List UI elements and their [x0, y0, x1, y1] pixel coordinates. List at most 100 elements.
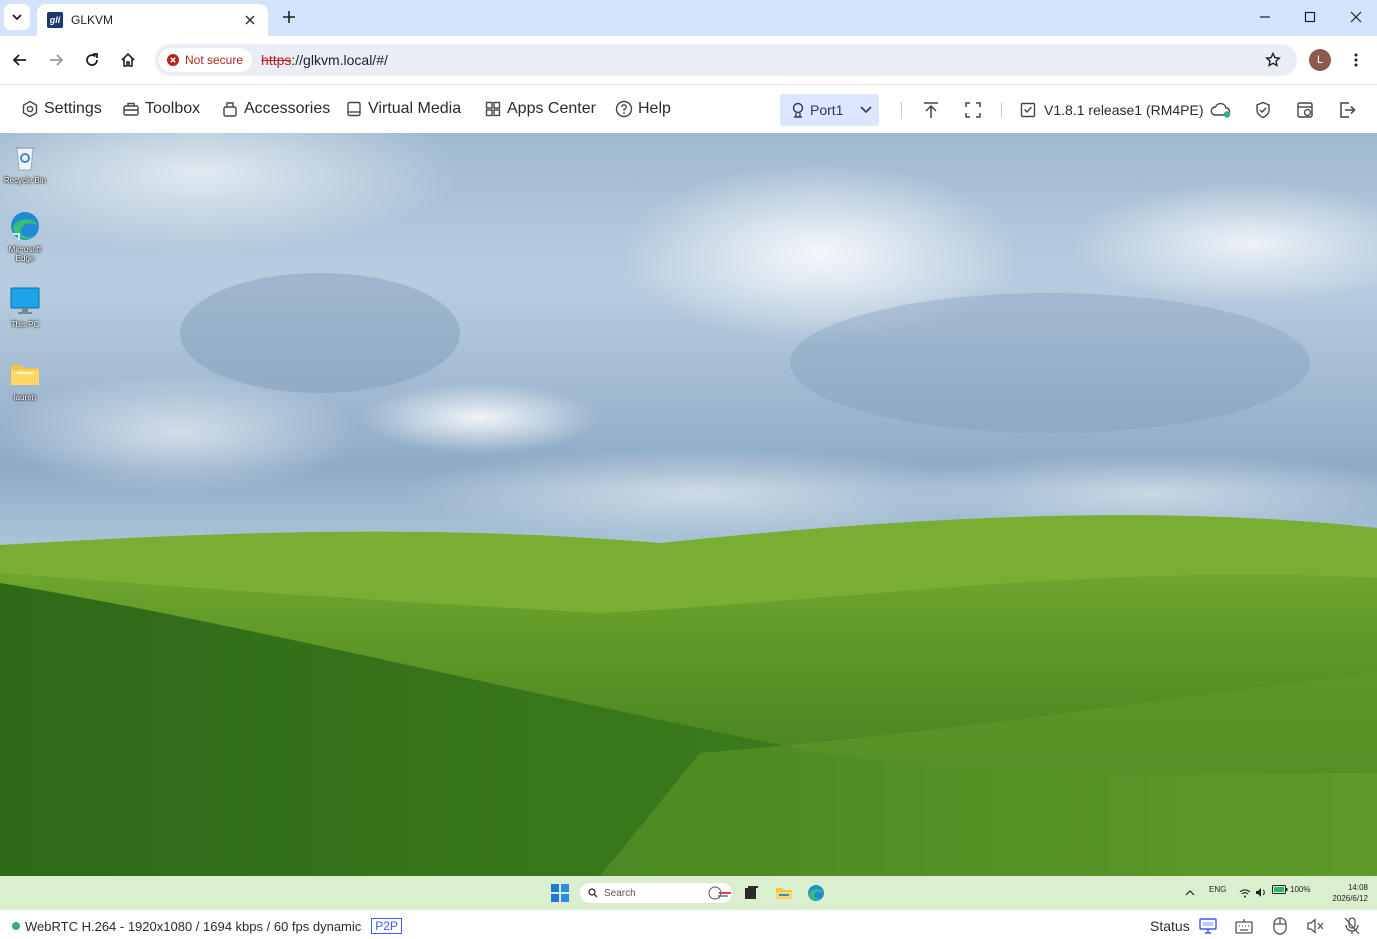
desktop-icon-label: This PC — [10, 320, 40, 329]
menu-apps-center[interactable]: Apps Center — [484, 97, 596, 121]
taskbar-date: 2026/6/12 — [1332, 894, 1368, 903]
session-history-button[interactable] — [1293, 98, 1317, 122]
video-status-button[interactable] — [1198, 916, 1218, 936]
desktop-icon-label: lauren — [13, 393, 37, 402]
more-vertical-icon — [1354, 53, 1358, 67]
tray-language[interactable]: ENG — [1209, 885, 1226, 894]
stream-info: WebRTC H.264 - 1920x1080 / 1694 kbps / 6… — [12, 918, 402, 934]
not-secure-label: Not secure — [185, 53, 244, 67]
stream-info-text: WebRTC H.264 - 1920x1080 / 1694 kbps / 6… — [25, 918, 362, 934]
url-scheme: https — [261, 52, 292, 68]
cloud-status-button[interactable] — [1209, 98, 1233, 122]
search-icon — [588, 888, 598, 898]
menu-help[interactable]: Help — [615, 97, 671, 121]
firmware-version-label: V1.8.1 release1 (RM4PE) — [1044, 102, 1204, 118]
logout-button[interactable] — [1335, 98, 1359, 122]
keyboard-icon — [1235, 919, 1253, 934]
audio-mute-button[interactable] — [1306, 916, 1326, 936]
search-highlight-icon — [708, 886, 731, 900]
task-view-icon[interactable] — [742, 884, 760, 902]
mouse-status-button[interactable] — [1270, 916, 1290, 936]
upload-button[interactable] — [919, 98, 943, 122]
connection-status-dot — [12, 922, 20, 930]
desktop-icon-recycle-bin[interactable]: Recycle Bin — [2, 141, 48, 185]
address-bar[interactable]: Not secure https://glkvm.local/#/ — [155, 44, 1297, 76]
folder-icon — [11, 365, 39, 385]
profile-avatar[interactable]: L — [1309, 49, 1331, 71]
desktop-icon-this-pc[interactable]: This PC — [2, 285, 48, 329]
port-icon — [792, 102, 804, 118]
bookmark-star-icon[interactable] — [1265, 52, 1281, 68]
site-security-chip[interactable]: Not secure — [159, 48, 253, 72]
remote-taskbar: Search ENG 100% 14:08 2026/6/12 — [0, 876, 1377, 910]
taskbar-clock[interactable]: 14:08 2026/6/12 — [1320, 882, 1368, 904]
chevron-down-icon — [12, 14, 22, 21]
close-window-button[interactable] — [1333, 0, 1377, 34]
tray-overflow-chevron-icon[interactable] — [1185, 889, 1195, 897]
toolbar-divider — [901, 102, 902, 118]
port-selector[interactable]: Port1 — [780, 94, 879, 126]
keyboard-status-button[interactable] — [1234, 916, 1254, 936]
new-tab-button[interactable] — [278, 6, 300, 28]
back-button[interactable] — [6, 46, 34, 74]
taskbar-search-box[interactable]: Search — [579, 882, 733, 904]
remote-desktop-view[interactable]: Recycle Bin Microsoft Edge This PC laure… — [0, 133, 1377, 876]
status-label[interactable]: Status — [1150, 918, 1190, 934]
logout-icon — [1340, 102, 1356, 118]
close-icon — [1350, 11, 1362, 23]
cloud-connected-icon — [1210, 102, 1231, 118]
home-button[interactable] — [114, 46, 142, 74]
menu-virtual-media[interactable]: Virtual Media — [345, 97, 461, 121]
menu-settings-label: Settings — [44, 100, 102, 117]
tab-search-button[interactable] — [4, 4, 30, 30]
edge-icon[interactable] — [807, 884, 825, 902]
url-path: ://glkvm.local/#/ — [291, 52, 388, 68]
menu-toolbox[interactable]: Toolbox — [122, 97, 200, 121]
plus-icon — [283, 11, 295, 23]
menu-settings[interactable]: Settings — [21, 97, 102, 121]
volume-icon[interactable] — [1255, 887, 1267, 898]
tray-battery[interactable]: 100% — [1272, 885, 1310, 894]
menu-apps-center-label: Apps Center — [507, 100, 596, 117]
shield-check-icon — [1256, 101, 1270, 119]
maximize-window-button[interactable] — [1287, 0, 1333, 34]
desktop-icon-edge[interactable]: Microsoft Edge — [2, 210, 48, 263]
kvm-menu-bar: Settings Toolbox Accessories Virtual Med… — [0, 84, 1377, 133]
windows-start-icon[interactable] — [551, 884, 569, 902]
browser-tab-glkvm[interactable]: gli GLKVM — [37, 4, 268, 36]
monitor-icon — [1199, 918, 1217, 934]
virtual-media-icon — [347, 101, 361, 117]
fullscreen-button[interactable] — [961, 98, 985, 122]
url-text[interactable]: https://glkvm.local/#/ — [261, 52, 388, 68]
minimize-window-button[interactable] — [1242, 0, 1288, 34]
menu-accessories-label: Accessories — [244, 100, 331, 117]
microphone-mute-button[interactable] — [1342, 916, 1362, 936]
security-button[interactable] — [1251, 98, 1275, 122]
menu-virtual-media-label: Virtual Media — [368, 100, 462, 117]
browser-menu-button[interactable] — [1345, 48, 1367, 72]
reload-button[interactable] — [78, 46, 106, 74]
toolbar-divider — [1001, 102, 1002, 118]
menu-accessories[interactable]: Accessories — [221, 97, 330, 121]
warning-icon — [167, 54, 179, 66]
close-icon — [245, 15, 255, 25]
edge-icon — [11, 212, 39, 240]
minimize-icon — [1260, 16, 1270, 18]
firmware-version[interactable]: V1.8.1 release1 (RM4PE) — [1020, 98, 1204, 122]
home-icon — [121, 52, 135, 67]
desktop-icon-label: Recycle Bin — [3, 176, 47, 185]
gear-icon — [22, 100, 38, 118]
kvm-status-bar: WebRTC H.264 - 1920x1080 / 1694 kbps / 6… — [0, 910, 1377, 939]
tab-close-button[interactable] — [242, 12, 258, 28]
battery-percentage: 100% — [1290, 885, 1311, 894]
forward-button[interactable] — [42, 46, 70, 74]
wifi-icon[interactable] — [1239, 888, 1251, 898]
desktop-icon-user-folder[interactable]: lauren — [2, 358, 48, 402]
file-explorer-icon[interactable] — [775, 884, 793, 902]
toolbox-icon — [123, 102, 139, 116]
battery-charging-icon — [1272, 885, 1288, 894]
recycle-bin-icon — [15, 147, 35, 171]
upload-arrow-icon — [924, 102, 938, 118]
menu-help-label: Help — [638, 100, 671, 117]
monitor-icon — [10, 287, 40, 314]
